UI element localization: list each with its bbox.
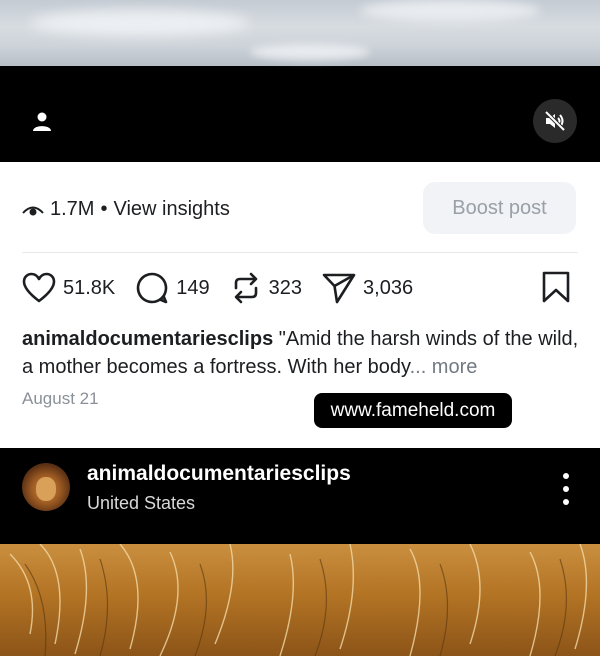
eye-icon bbox=[22, 206, 44, 215]
next-post-header: animaldocumentariesclips United States bbox=[0, 448, 600, 544]
avatar[interactable] bbox=[22, 463, 70, 511]
post-caption: animaldocumentariesclips "Amid the harsh… bbox=[22, 325, 582, 381]
caption-username[interactable]: animaldocumentariesclips bbox=[22, 328, 273, 350]
bookmark-icon bbox=[542, 271, 570, 303]
like-button[interactable]: 51.8K bbox=[22, 272, 115, 304]
post-date: August 21 bbox=[22, 389, 99, 408]
heart-icon bbox=[22, 272, 56, 303]
caption-more-link[interactable]: ... more bbox=[410, 356, 478, 378]
repost-count: 323 bbox=[268, 276, 303, 299]
comment-icon bbox=[137, 272, 168, 304]
next-post-username[interactable]: animaldocumentariesclips bbox=[87, 462, 351, 486]
watermark-badge: www.fameheld.com bbox=[314, 393, 512, 428]
send-icon bbox=[322, 273, 356, 304]
share-button[interactable]: 3,036 bbox=[322, 272, 413, 304]
post-media-video[interactable] bbox=[0, 0, 600, 162]
save-button[interactable] bbox=[541, 271, 571, 308]
next-post-media[interactable] bbox=[0, 544, 600, 656]
view-insights-link[interactable]: 1.7M • View insights bbox=[22, 198, 230, 221]
post-actions: 51.8K 149 323 3,036 bbox=[22, 270, 433, 306]
comment-count: 149 bbox=[176, 276, 210, 299]
separator-dot: • bbox=[100, 198, 108, 220]
divider bbox=[22, 252, 578, 253]
share-count: 3,036 bbox=[363, 276, 414, 299]
fur-texture bbox=[9, 544, 588, 656]
video-sky-frame bbox=[0, 0, 600, 66]
mute-icon bbox=[544, 110, 566, 132]
more-options-icon[interactable] bbox=[556, 473, 576, 505]
repost-button[interactable]: 323 bbox=[230, 271, 302, 305]
boost-post-button[interactable]: Boost post bbox=[423, 182, 576, 234]
next-post-location[interactable]: United States bbox=[87, 493, 195, 514]
like-count: 51.8K bbox=[63, 276, 116, 299]
person-tag-icon[interactable] bbox=[28, 108, 56, 136]
comment-button[interactable]: 149 bbox=[135, 271, 210, 305]
mute-button[interactable] bbox=[533, 99, 577, 143]
view-count: 1.7M bbox=[50, 198, 95, 220]
repost-icon bbox=[234, 272, 257, 304]
view-insights-label: View insights bbox=[113, 198, 230, 220]
